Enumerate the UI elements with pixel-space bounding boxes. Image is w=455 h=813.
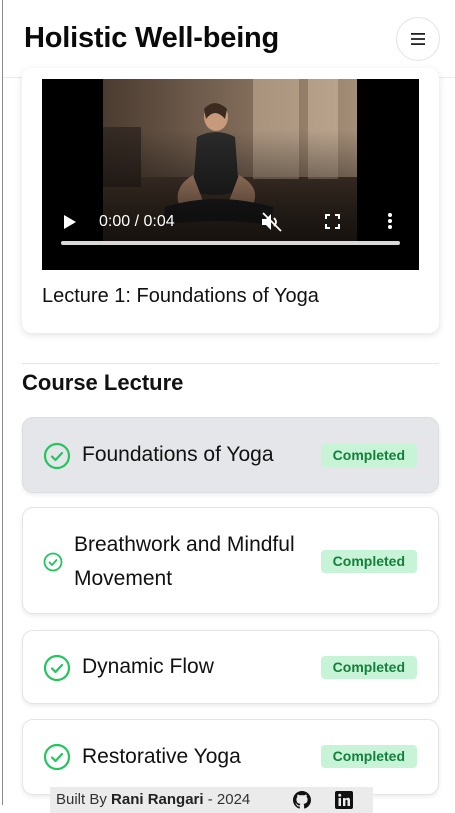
section-divider xyxy=(22,363,439,364)
app-title: Holistic Well-being xyxy=(24,22,280,54)
status-badge: Completed xyxy=(320,444,417,467)
status-badge: Completed xyxy=(320,745,417,768)
lesson-label-line-1: Breathwork and Mindful xyxy=(74,533,295,556)
check-circle-icon xyxy=(43,743,71,771)
status-badge: Completed xyxy=(320,550,417,573)
footer-credit: Built By Rani Rangari - 2024 xyxy=(56,791,250,808)
github-icon[interactable] xyxy=(292,790,312,810)
check-circle-icon xyxy=(43,552,63,572)
lesson-item-dynamic-flow[interactable]: Dynamic Flow Completed xyxy=(22,630,439,704)
check-circle-icon xyxy=(43,654,71,682)
video-progress-bar[interactable] xyxy=(61,241,400,245)
lesson-label-line-2: Movement xyxy=(74,567,173,590)
video-controls: 0:00 / 0:04 xyxy=(42,197,419,267)
current-lecture-title: Lecture 1: Foundations of Yoga xyxy=(42,285,319,307)
footer-year: - 2024 xyxy=(207,791,251,808)
lesson-item-foundations-of-yoga[interactable]: Foundations of Yoga Completed xyxy=(22,417,439,493)
video-player[interactable]: 0:00 / 0:04 xyxy=(42,79,419,270)
lesson-label: Dynamic Flow xyxy=(82,655,214,678)
fullscreen-icon[interactable] xyxy=(325,214,340,229)
video-time: 0:00 / 0:04 xyxy=(99,213,175,230)
lesson-label: Foundations of Yoga xyxy=(82,443,274,466)
lesson-item-restorative-yoga[interactable]: Restorative Yoga Completed xyxy=(22,719,439,795)
play-icon[interactable] xyxy=(64,215,76,229)
more-vert-icon[interactable] xyxy=(387,212,393,230)
page-edge-line xyxy=(2,0,3,805)
linkedin-icon[interactable] xyxy=(334,790,354,810)
app-header: Holistic Well-being xyxy=(3,0,455,78)
section-title: Course Lecture xyxy=(22,370,184,395)
lesson-label: Restorative Yoga xyxy=(82,745,241,768)
footer-author: Rani Rangari xyxy=(111,791,204,808)
volume-muted-icon[interactable] xyxy=(261,212,283,232)
check-circle-icon xyxy=(43,442,71,470)
footer: Built By Rani Rangari - 2024 xyxy=(50,787,373,813)
status-badge: Completed xyxy=(320,656,417,679)
menu-button[interactable] xyxy=(396,17,440,61)
menu-icon xyxy=(411,33,425,45)
footer-built-by: Built By xyxy=(56,791,107,808)
lesson-item-breathwork[interactable]: Breathwork and Mindful Movement Complete… xyxy=(22,507,439,614)
video-card: 0:00 / 0:04 Lecture 1: Foundations of Yo… xyxy=(22,68,439,333)
